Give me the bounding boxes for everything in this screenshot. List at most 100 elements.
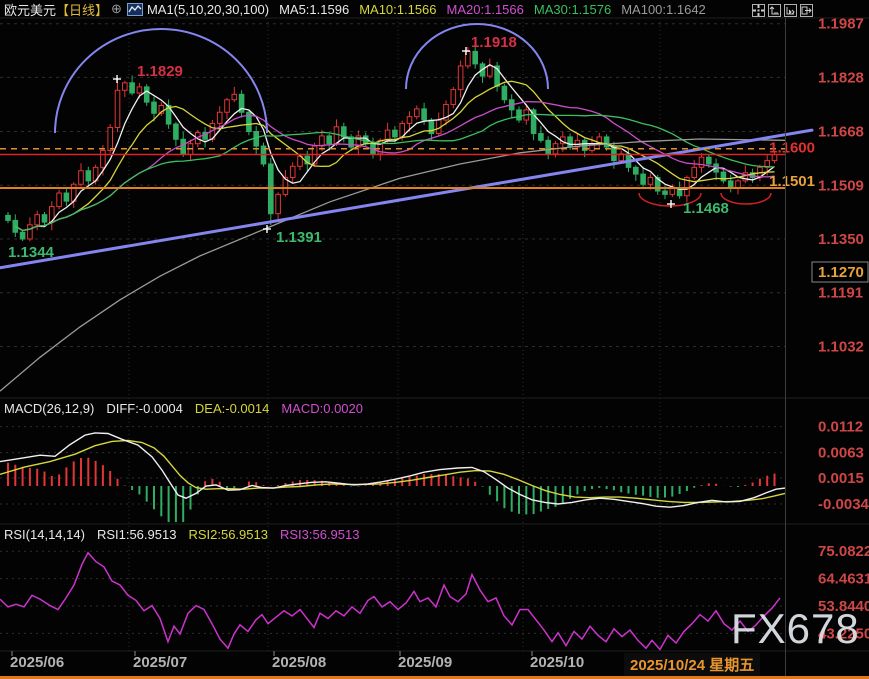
x-axis-month-label: 2025/06: [10, 654, 64, 671]
ma-value: MA10:1.1566: [359, 2, 436, 17]
diff-line: [0, 433, 785, 507]
ma-values: MA5:1.1596 MA10:1.1566 MA20:1.1566 MA30:1.1…: [269, 2, 706, 17]
symbol-title: 欧元美元: [4, 0, 56, 19]
ma-settings-label: MA1(5,10,20,30,100): [147, 2, 269, 17]
period-label: 【日线】: [56, 0, 108, 19]
candle-body: [451, 90, 456, 105]
x-axis-month-label: 2025/07: [133, 654, 187, 671]
annotation-label: 1.1344: [8, 244, 55, 261]
ma-value: MA30:1.1576: [534, 2, 611, 17]
candle-body: [692, 167, 697, 177]
rsi-header: RSI(14,14,14)RSI1:56.9513RSI2:56.9513RSI…: [4, 527, 371, 542]
candle-body: [634, 167, 639, 174]
candle-body: [123, 83, 128, 90]
macd-axis-tick: 0.0063: [818, 445, 864, 462]
candle-body: [57, 193, 62, 207]
candle-body: [137, 87, 142, 93]
annotation-label: 1.1829: [137, 63, 183, 80]
x-axis-scale-icon[interactable]: [784, 4, 797, 17]
dea-line: [0, 440, 785, 502]
chart-window: 1.1600 1.1501 1.1829 1.1918 1.1344 1.1391 1.14…: [0, 0, 869, 679]
pan-right-icon[interactable]: [800, 4, 813, 17]
candle-body: [320, 136, 325, 146]
price-axis-tick: 1.1032: [818, 338, 864, 355]
ma-value: MA5:1.1596: [279, 2, 349, 17]
annotation-label: 1.1918: [471, 34, 517, 51]
candle-body: [736, 181, 741, 188]
macd-value: MACD:0.0020: [281, 401, 363, 416]
candle-body: [721, 172, 726, 181]
circle-plus-icon[interactable]: ⊕: [111, 1, 122, 17]
mini-chart-icon[interactable]: [127, 3, 143, 16]
candle-body: [407, 117, 412, 124]
ma-value: MA100:1.1642: [621, 2, 706, 17]
candle-body: [20, 232, 25, 239]
candle-body: [6, 215, 11, 220]
annotation-label: 1.1468: [683, 200, 729, 217]
candle-body: [28, 225, 33, 239]
candle-body: [276, 194, 281, 213]
candle-body: [663, 191, 668, 194]
crosshair-icon[interactable]: [752, 4, 765, 17]
candle-body: [152, 102, 157, 113]
candle-body: [64, 193, 69, 201]
price-axis-tick: 1.1191: [818, 285, 863, 302]
candle-body: [502, 86, 507, 100]
rsi-value: RSI1:56.9513: [97, 527, 177, 542]
chart-header: 欧元美元 【日线】 ⊕ MA1(5,10,20,30,100) MA5:1.15…: [0, 0, 869, 18]
macd-axis-tick: 0.0112: [818, 419, 863, 436]
candle-body: [415, 109, 420, 117]
candle-body: [42, 215, 47, 222]
candle-body: [130, 83, 135, 93]
price-axis-tick: 1.1668: [818, 124, 864, 141]
cursor-date-label: 2025/10/24 星期五: [624, 653, 760, 676]
candle-body: [422, 109, 427, 120]
candle-body: [79, 171, 84, 185]
rsi-axis-tick: 75.0822: [818, 543, 869, 560]
candle-body: [546, 140, 551, 154]
price-line-label: 1.1501: [769, 173, 815, 190]
macd-value: DIFF:-0.0004: [106, 401, 183, 416]
candle-body: [108, 127, 113, 150]
candle-body: [101, 150, 106, 167]
candle-body: [327, 136, 332, 144]
candle-body: [488, 66, 493, 76]
price-axis-tick: 1.1828: [818, 69, 864, 86]
candle-body: [174, 124, 179, 139]
x-axis-month-label: 2025/10: [530, 654, 584, 671]
macd-header: MACD(26,12,9) DIFF:-0.0004 DEA:-0.0014 MACD…: [4, 401, 375, 416]
macd-axis-tick: -0.0034: [818, 496, 869, 513]
price-line-label: 1.1600: [769, 140, 815, 157]
ma100-line: [0, 139, 785, 391]
candle-body: [115, 90, 120, 127]
x-axis-month-label: 2025/09: [398, 654, 452, 671]
candle-body: [225, 100, 230, 113]
peak-arc: [55, 29, 267, 133]
ma-value: MA20:1.1566: [447, 2, 524, 17]
candle-body: [290, 166, 295, 177]
rsi-line: [0, 553, 780, 650]
candle-body: [458, 66, 463, 90]
toolbar-icons: [752, 4, 813, 17]
macd-value: MACD(26,12,9): [4, 401, 94, 416]
candle-body: [217, 112, 222, 123]
candle-body: [539, 134, 544, 141]
price-axis-tick: 1.1350: [818, 231, 864, 248]
candle-body: [35, 215, 40, 225]
candle-body: [393, 130, 398, 137]
price-axis-tick: 1.1509: [818, 177, 864, 194]
rsi-axis-tick: 64.4631: [818, 571, 869, 588]
y-axis-scale-icon[interactable]: [768, 4, 781, 17]
candle-body: [144, 87, 149, 102]
candle-body: [86, 171, 91, 181]
candle-body: [604, 137, 609, 147]
candle-body: [181, 139, 186, 154]
candle-body: [429, 120, 434, 134]
watermark: FX678: [731, 605, 860, 653]
rsi-value: RSI(14,14,14): [4, 527, 85, 542]
annotation-label: 1.1391: [276, 229, 322, 246]
cursor-price-label: 1.1270: [818, 264, 864, 281]
macd-value: DEA:-0.0014: [195, 401, 269, 416]
rsi-value: RSI2:56.9513: [188, 527, 268, 542]
chart-canvas[interactable]: 1.1600 1.1501 1.1829 1.1918 1.1344 1.1391 1.14…: [0, 0, 869, 679]
